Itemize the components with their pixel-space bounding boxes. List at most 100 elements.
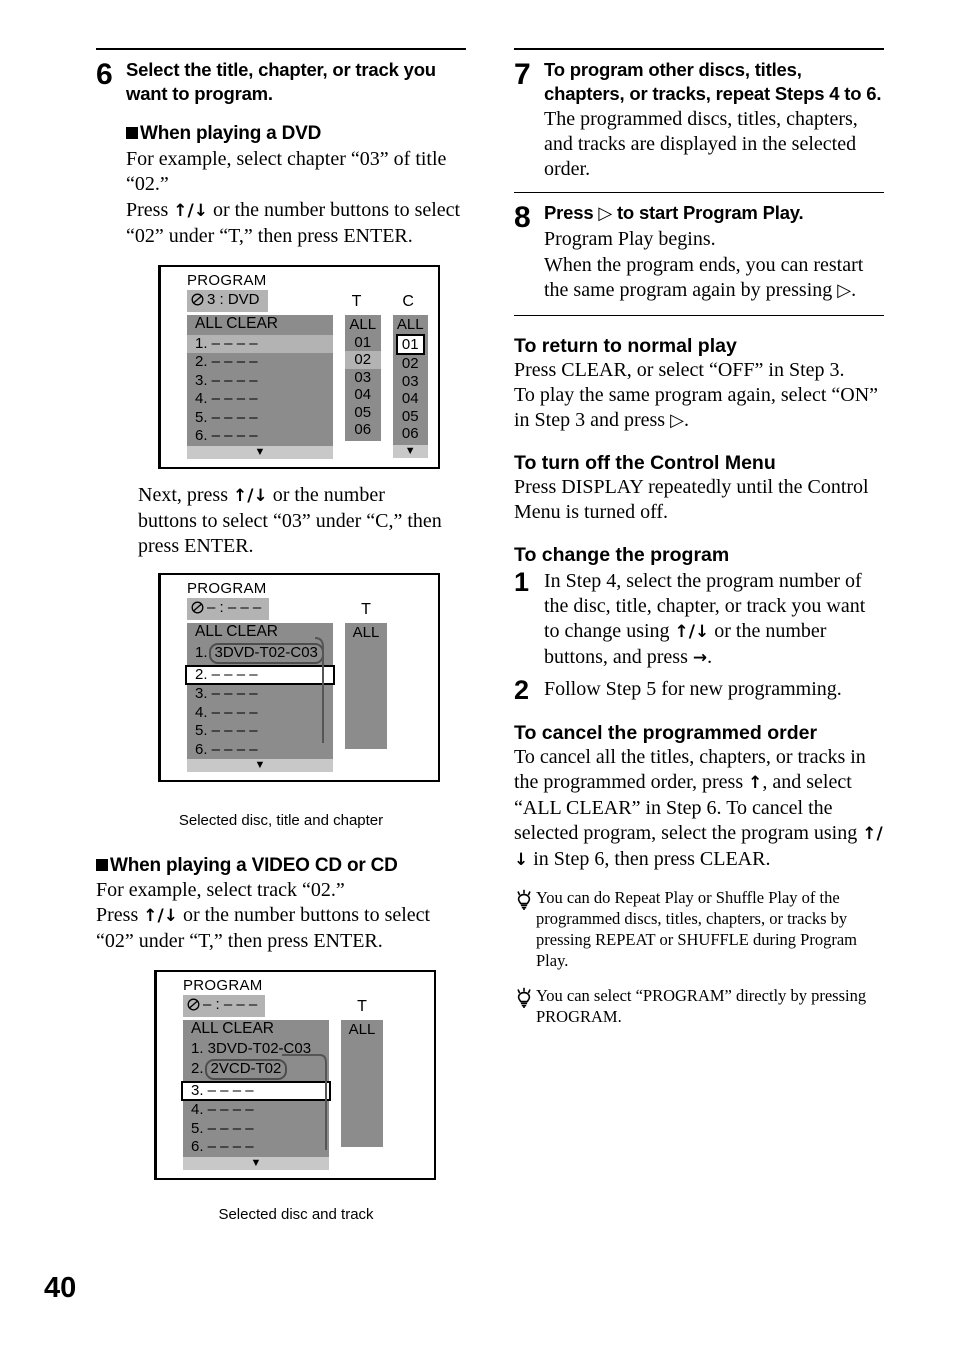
- osd-3-row-all-clear[interactable]: ALL CLEAR: [183, 1020, 329, 1040]
- osd-2-t-all[interactable]: ALL: [345, 624, 387, 642]
- osd-3-program-list: ALL CLEAR 1. 3DVD-T02-C03 2. 2VCD-T02 3. …: [181, 1020, 331, 1170]
- right-column: 7 To program other discs, titles, chapte…: [514, 48, 884, 1027]
- osd-1-c-all[interactable]: ALL: [393, 316, 429, 334]
- page-number: 40: [44, 1272, 77, 1304]
- osd-3-row-2[interactable]: 2. 2VCD-T02: [183, 1058, 329, 1081]
- up-down-arrows-icon: ↑/↓: [173, 201, 208, 221]
- step-8-text-2-a: When the program ends, you can restart t…: [544, 254, 864, 301]
- osd-3-scroll-down-icon[interactable]: ▼: [183, 1156, 329, 1170]
- change-program-item-1-text: In Step 4, select the program number of …: [544, 569, 884, 671]
- osd-1-row-6[interactable]: 6. – – – –: [187, 427, 333, 446]
- osd-3-col-t-header: T: [357, 998, 367, 1015]
- osd-3-row-6[interactable]: 6. – – – –: [183, 1138, 329, 1157]
- lightbulb-icon: [514, 889, 536, 916]
- tip-2-text: You can select “PROGRAM” directly by pre…: [536, 986, 867, 1026]
- osd-3-row-3-cursor[interactable]: 3. – – – –: [181, 1080, 331, 1101]
- step-8-text-1: Program Play begins.: [544, 228, 716, 250]
- osd-1-t-01[interactable]: 01: [345, 334, 381, 352]
- osd-1-c-02[interactable]: 02: [393, 355, 429, 373]
- caption-selected-disc-title-chapter: Selected disc, title and chapter: [178, 812, 384, 829]
- osd-2-scroll-down-icon[interactable]: ▼: [187, 759, 333, 772]
- osd-2-row-4[interactable]: 4. – – – –: [187, 704, 333, 723]
- osd-diagram-3: PROGRAM – : – – – T ALL CLEAR 1. 3DVD-T0…: [154, 970, 436, 1180]
- osd-2-row-5[interactable]: 5. – – – –: [187, 722, 333, 741]
- osd-2-row-6[interactable]: 6. – – – –: [187, 741, 333, 760]
- osd-1-col-t-header: T: [351, 293, 362, 310]
- dvd-text-1: For example, select chapter “03” of titl…: [126, 148, 447, 195]
- subhead-when-playing-dvd: When playing a DVD: [126, 122, 466, 146]
- osd-3-row-5[interactable]: 5. – – – –: [183, 1120, 329, 1139]
- step-7-number: 7: [514, 58, 531, 91]
- subhead-dvd-label: When playing a DVD: [140, 123, 322, 144]
- dvd-text-2-a: Press: [126, 199, 174, 221]
- section-cancel-order-heading: To cancel the programmed order: [514, 722, 818, 744]
- osd-1-column-t: ALL 01 02 03 04 05 06: [345, 315, 381, 441]
- disc-slash-icon: [187, 998, 200, 1015]
- osd-1-title: PROGRAM: [187, 272, 267, 289]
- osd-1-t-04[interactable]: 04: [345, 386, 381, 404]
- osd-1-row-4[interactable]: 4. – – – –: [187, 390, 333, 409]
- osd-2-row-all-clear[interactable]: ALL CLEAR: [187, 623, 333, 643]
- osd-1-row-5[interactable]: 5. – – – –: [187, 409, 333, 428]
- osd-1-row-all-clear[interactable]: ALL CLEAR: [187, 315, 333, 335]
- section-change-program-heading: To change the program: [514, 544, 730, 566]
- osd-1-c-scroll-down-icon[interactable]: ▼: [392, 444, 428, 458]
- up-down-arrows-icon-4: ↑/↓: [674, 622, 710, 642]
- normal-play-text-2: To play the same program again, select “…: [514, 383, 884, 433]
- osd-3-t-all[interactable]: ALL: [341, 1021, 383, 1039]
- lightbulb-icon: [514, 987, 536, 1014]
- osd-1-row-1[interactable]: 1. – – – –: [187, 334, 333, 353]
- change-program-item-1-number: 1: [514, 567, 530, 597]
- osd-3-row-1[interactable]: 1. 3DVD-T02-C03: [183, 1040, 329, 1059]
- step-8-heading-b: to start Program Play.: [612, 202, 804, 223]
- osd-2-row-1[interactable]: 1. 3DVD-T02-C03: [187, 642, 333, 665]
- osd-1-t-02[interactable]: 02: [345, 351, 381, 369]
- up-down-arrows-icon-3: ↑/↓: [143, 906, 178, 926]
- osd-1-c-03[interactable]: 03: [393, 373, 429, 391]
- step-7-text: The programmed discs, titles, chapters, …: [544, 108, 858, 180]
- step-8-heading: Press ▷ to start Program Play.: [544, 201, 884, 226]
- osd-1-row-3[interactable]: 3. – – – –: [187, 372, 333, 391]
- osd-1-t-03[interactable]: 03: [345, 369, 381, 387]
- vcd-text-2-a: Press: [96, 904, 144, 926]
- divider-top-right: [514, 48, 884, 50]
- osd-1-scroll-down-icon[interactable]: ▼: [187, 445, 333, 459]
- divider-step-8-end: [514, 315, 884, 316]
- play-triangle-icon-2: ▷: [837, 280, 852, 301]
- osd-1-t-06[interactable]: 06: [345, 421, 381, 439]
- cancel-order-text: To cancel all the titles, chapters, or t…: [514, 745, 884, 873]
- cp-1-c: .: [707, 646, 713, 668]
- osd-1-t-05[interactable]: 05: [345, 404, 381, 422]
- osd-2-row-3[interactable]: 3. – – – –: [187, 685, 333, 704]
- osd-1-row-2[interactable]: 2. – – – –: [187, 353, 333, 372]
- osd-diagram-2: PROGRAM – : – – – T ALL CLEAR 1. 3DVD-T0…: [158, 572, 440, 782]
- osd-1-c-05[interactable]: 05: [393, 408, 429, 426]
- osd-3-row-2-value: 2VCD-T02: [204, 1059, 288, 1080]
- step-6-heading: Select the title, chapter, or track you …: [126, 59, 436, 104]
- osd-1-c-04[interactable]: 04: [393, 390, 429, 408]
- osd-1-t-all[interactable]: ALL: [345, 316, 381, 334]
- disc-slash-icon: [191, 293, 204, 310]
- osd-1-c-06[interactable]: 06: [393, 425, 429, 443]
- subhead-vcd-label: When playing a VIDEO CD or CD: [110, 855, 398, 876]
- dvd-text-2: Press ↑/↓ or the number buttons to selec…: [126, 198, 466, 249]
- osd-2-frame: PROGRAM – : – – – T ALL CLEAR 1. 3DVD-T0…: [158, 572, 440, 782]
- osd-1-c-01-cursor[interactable]: 01: [395, 333, 425, 355]
- tip-2: You can select “PROGRAM” directly by pre…: [514, 985, 884, 1027]
- step-7-heading: To program other discs, titles, chapters…: [544, 59, 882, 104]
- normal-play-text-2-a: To play the same program again, select “…: [514, 384, 879, 431]
- osd-2-program-list: ALL CLEAR 1. 3DVD-T02-C03 2. – – – – 3. –…: [185, 622, 335, 772]
- osd-3-row-4[interactable]: 4. – – – –: [183, 1101, 329, 1120]
- osd-2-column-t: ALL: [345, 622, 387, 749]
- up-arrow-icon: ↑: [748, 773, 763, 793]
- change-program-item-1: 1 In Step 4, select the program number o…: [514, 569, 884, 671]
- osd-2-row-2-cursor[interactable]: 2. – – – –: [185, 664, 335, 685]
- manual-page: 6 Select the title, chapter, or track yo…: [0, 0, 954, 1352]
- osd-2-disc-row: – : – – –: [187, 597, 270, 620]
- next-press-text: Next, press ↑/↓ or the number buttons to…: [138, 483, 448, 559]
- osd-2-row-1-value: 3DVD-T02-C03: [208, 643, 324, 664]
- normal-play-text-2-b: .: [683, 409, 689, 431]
- play-triangle-icon: ▷: [598, 203, 613, 224]
- left-column: 6 Select the title, chapter, or track yo…: [96, 48, 466, 1224]
- osd-2-row-1-num: 1.: [195, 644, 208, 661]
